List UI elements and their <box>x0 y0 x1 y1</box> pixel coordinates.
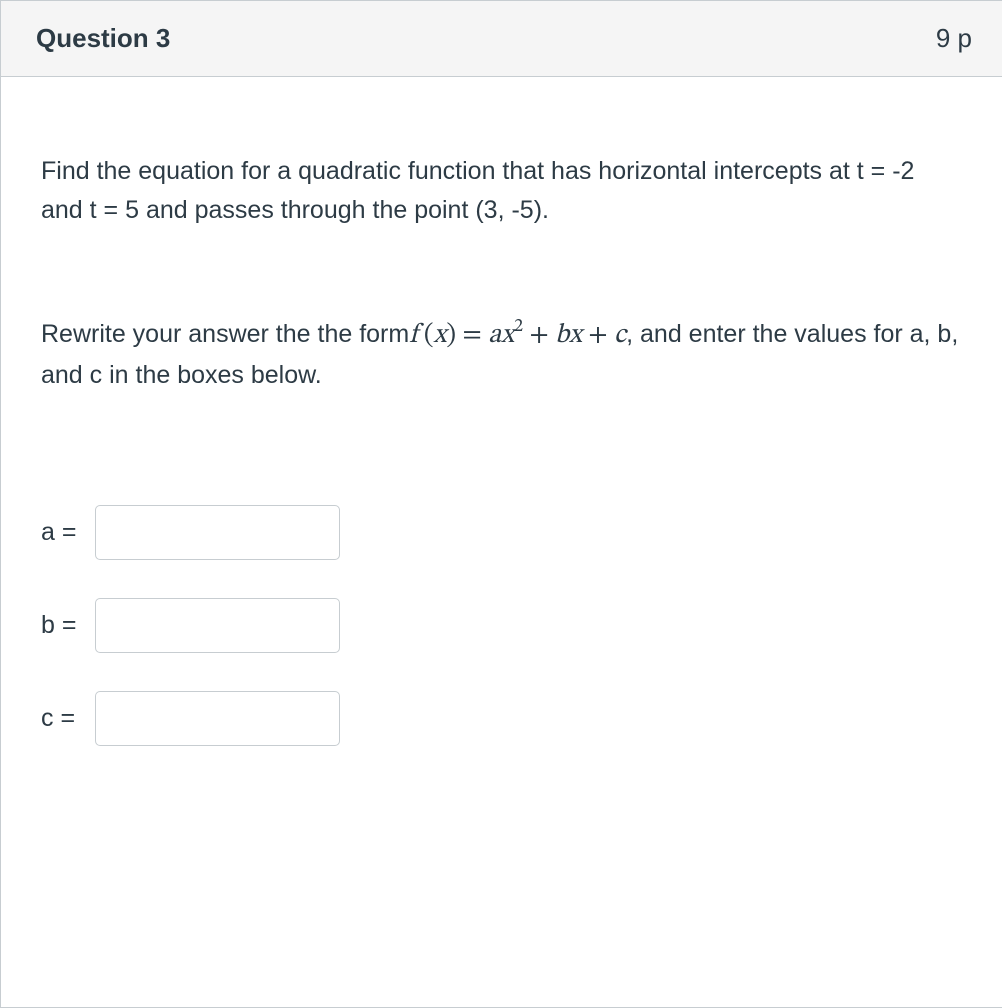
formula-b: b <box>555 322 569 349</box>
formula-x3: x <box>569 322 582 349</box>
formula-f: f <box>409 322 417 349</box>
formula: f (x) = ax2 + bx + c <box>409 320 626 348</box>
formula-a: a <box>488 322 501 349</box>
formula-open: ( <box>418 322 434 349</box>
answer-label-b: b = <box>41 606 95 645</box>
formula-c: c <box>614 322 626 349</box>
formula-close: ) <box>446 322 456 349</box>
question-prompt-paragraph-2: Rewrite your answer the the formf (x) = … <box>41 315 962 396</box>
answer-row-b: b = <box>41 598 962 653</box>
question-body: Find the equation for a quadratic functi… <box>1 77 1002 824</box>
question-title: Question 3 <box>36 23 170 54</box>
paragraph2-pre: Rewrite your answer the the form <box>41 320 409 348</box>
question-prompt-paragraph-1: Find the equation for a quadratic functi… <box>41 152 962 230</box>
answer-input-b[interactable] <box>95 598 340 653</box>
question-points: 9 p <box>936 23 972 54</box>
answer-label-a: a = <box>41 513 95 552</box>
formula-x2: x <box>501 322 514 349</box>
formula-plus2: + <box>582 322 614 349</box>
answer-row-c: c = <box>41 691 962 746</box>
formula-sup2: 2 <box>514 318 523 336</box>
formula-x: x <box>433 322 446 349</box>
answer-label-c: c = <box>41 699 95 738</box>
question-header: Question 3 9 p <box>1 1 1002 77</box>
formula-eq: = <box>456 322 488 349</box>
formula-plus1: + <box>523 322 555 349</box>
question-container: Question 3 9 p Find the equation for a q… <box>0 0 1002 1008</box>
answer-input-a[interactable] <box>95 505 340 560</box>
answer-row-a: a = <box>41 505 962 560</box>
answer-input-c[interactable] <box>95 691 340 746</box>
